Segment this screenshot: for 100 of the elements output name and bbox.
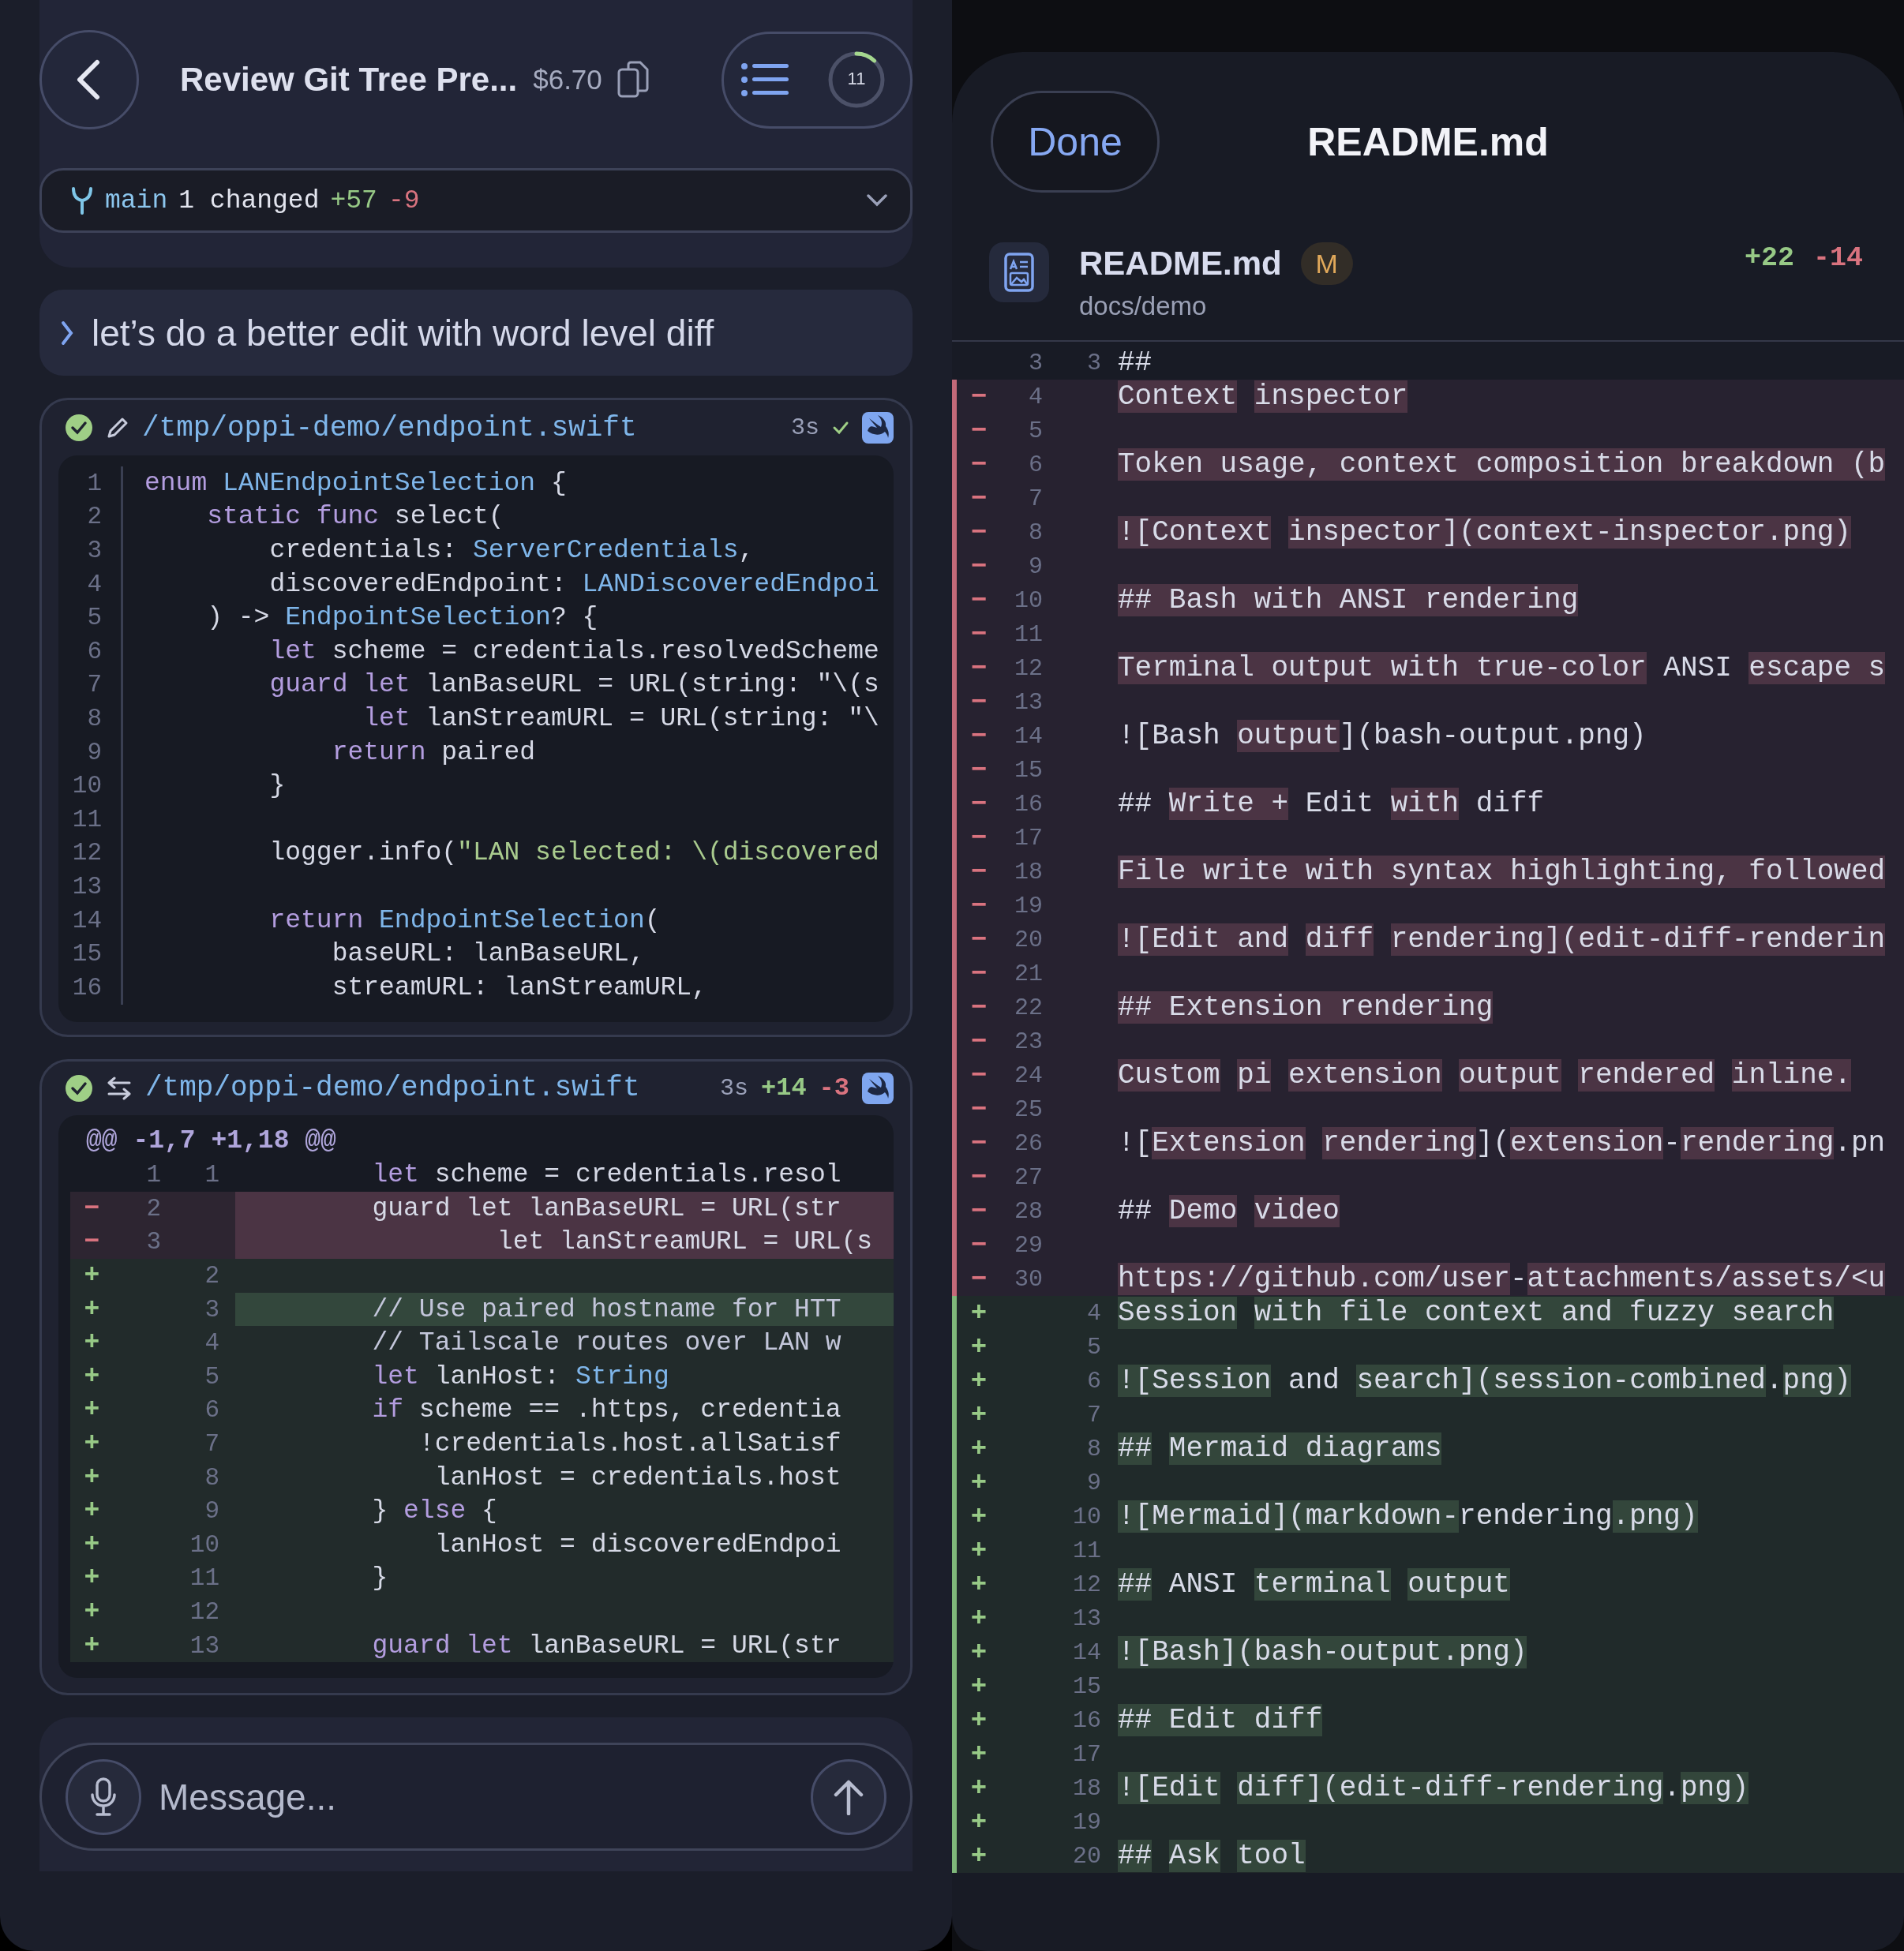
diff-line-text: ![Edit and diff rendering](edit-diff-renderin — [1118, 923, 1886, 957]
diff-sign: + — [970, 1535, 988, 1566]
diff-sign: − — [970, 1162, 988, 1193]
line-number: 2 — [146, 1194, 161, 1223]
code-line: let lanHost: String — [371, 1361, 669, 1391]
diff-line-text: Terminal output with true-color ANSI escape s — [1118, 651, 1886, 685]
diff-sign: + — [970, 1671, 988, 1702]
diff-line-text: ![Session and search](session-combined.png) — [1118, 1364, 1851, 1398]
removed-count: -3 — [819, 1073, 849, 1103]
diff-sign: + — [84, 1496, 100, 1526]
branch-name: main — [105, 185, 168, 215]
code-line: if scheme == .https, credentia — [371, 1395, 841, 1425]
line-number: 8 — [204, 1463, 219, 1492]
diff-sign: − — [970, 415, 988, 446]
line-number: 13 — [1073, 1605, 1101, 1632]
line-number: 8 — [1029, 519, 1043, 546]
line-number: 15 — [1073, 1672, 1101, 1700]
line-number: 11 — [1073, 1537, 1101, 1564]
line-number: 12 — [1014, 654, 1043, 682]
sheet-title: README.md — [1307, 118, 1549, 165]
code-line: guard let lanBaseURL = URL(string: "\(s — [268, 670, 879, 700]
line-number: 6 — [86, 637, 102, 665]
copy-icon[interactable] — [616, 60, 650, 99]
context-count: 11 — [846, 69, 867, 89]
line-number: 30 — [1014, 1265, 1043, 1293]
line-number: 9 — [86, 738, 102, 766]
microphone-icon — [90, 1777, 117, 1817]
line-number: 3 — [1029, 349, 1043, 376]
file-path: /tmp/oppi-demo/endpoint.swift — [142, 411, 637, 444]
diff-line-text: ## Demo video — [1118, 1194, 1340, 1228]
line-number: 28 — [1014, 1197, 1043, 1225]
diff-sign: − — [970, 1264, 988, 1294]
line-number: 2 — [204, 1262, 219, 1290]
line-number: 3 — [86, 537, 102, 564]
diff-sign: + — [970, 1603, 988, 1634]
diff-sign: + — [84, 1261, 100, 1291]
list-icon[interactable] — [741, 62, 789, 97]
diff-line-text: ![Edit diff](edit-diff-rendering.png) — [1118, 1771, 1749, 1805]
line-number: 13 — [189, 1631, 219, 1660]
code-line: return paired — [331, 737, 536, 767]
diff-sign: + — [970, 1399, 988, 1430]
diff-line-text: Context inspector — [1118, 380, 1408, 414]
line-number: 10 — [1014, 586, 1043, 614]
diff-sign: − — [970, 856, 988, 887]
diff-sign: − — [970, 687, 988, 717]
line-number: 13 — [1014, 688, 1043, 716]
line-number: 19 — [1073, 1808, 1101, 1836]
diff-sign: − — [970, 381, 988, 412]
chevron-down-icon — [866, 193, 888, 208]
diff-line-text: ## Extension rendering — [1118, 990, 1494, 1024]
line-number: 16 — [1014, 790, 1043, 818]
diff-line-text: ## Write + Edit with diff — [1118, 787, 1545, 821]
line-number: 6 — [204, 1396, 219, 1425]
file-path: /tmp/oppi-demo/endpoint.swift — [145, 1072, 640, 1104]
line-number: 3 — [1087, 349, 1101, 376]
document-icon — [989, 242, 1049, 302]
diff-sign: − — [970, 1196, 988, 1226]
diff-sign: + — [84, 1631, 100, 1661]
line-number: 23 — [1014, 1028, 1043, 1055]
line-number: 17 — [1014, 824, 1043, 852]
diff-sign: − — [970, 1230, 988, 1260]
line-number: 10 — [189, 1530, 219, 1559]
line-number: 6 — [1087, 1367, 1101, 1395]
code-line: return EndpointSelection( — [268, 905, 661, 935]
diff-sign: + — [970, 1501, 988, 1532]
line-number: 19 — [1014, 892, 1043, 919]
line-number: 1 — [146, 1161, 161, 1189]
line-number: 25 — [1014, 1095, 1043, 1123]
diff-line-text: Session with file context and fuzzy search — [1118, 1296, 1835, 1330]
diff-sign: + — [970, 1637, 988, 1668]
diff-sign: − — [970, 992, 988, 1023]
diff-sign: − — [970, 788, 988, 819]
line-number: 7 — [1029, 485, 1043, 512]
added-count: +22 — [1744, 242, 1794, 274]
diff-line-text: ## — [1118, 346, 1153, 380]
diff-sign: + — [970, 1739, 988, 1769]
line-number: 7 — [1087, 1401, 1101, 1429]
hunk-header: @@ -1,7 +1,18 @@ — [85, 1125, 337, 1157]
diff-sign: − — [970, 1094, 988, 1125]
removed-count: -14 — [1813, 242, 1863, 274]
diff-sign: − — [970, 619, 988, 650]
swap-arrows-icon — [106, 1076, 133, 1100]
line-number: 29 — [1014, 1231, 1043, 1259]
line-number: 14 — [71, 906, 102, 934]
diff-sign: − — [970, 890, 988, 921]
diff-sign: + — [970, 1841, 988, 1871]
diff-line-text: ![Bash output](bash-output.png) — [1118, 719, 1647, 753]
diff-sign: − — [970, 517, 988, 548]
line-number: 4 — [86, 570, 102, 598]
code-line: let scheme = credentials.resolvedScheme — [268, 636, 879, 666]
diff-sign: − — [970, 1060, 988, 1091]
line-number: 20 — [1073, 1842, 1101, 1870]
line-number: 1 — [204, 1161, 219, 1189]
diff-sign: − — [970, 449, 988, 480]
message-field[interactable]: Message... — [39, 1743, 913, 1852]
done-button[interactable]: Done — [991, 91, 1160, 193]
line-number: 20 — [1014, 926, 1043, 953]
diff-line-text: ## Mermaid diagrams — [1118, 1432, 1442, 1466]
line-number: 9 — [1087, 1469, 1101, 1496]
branch-bar[interactable]: main 1 changed +57 -9 — [39, 168, 913, 233]
